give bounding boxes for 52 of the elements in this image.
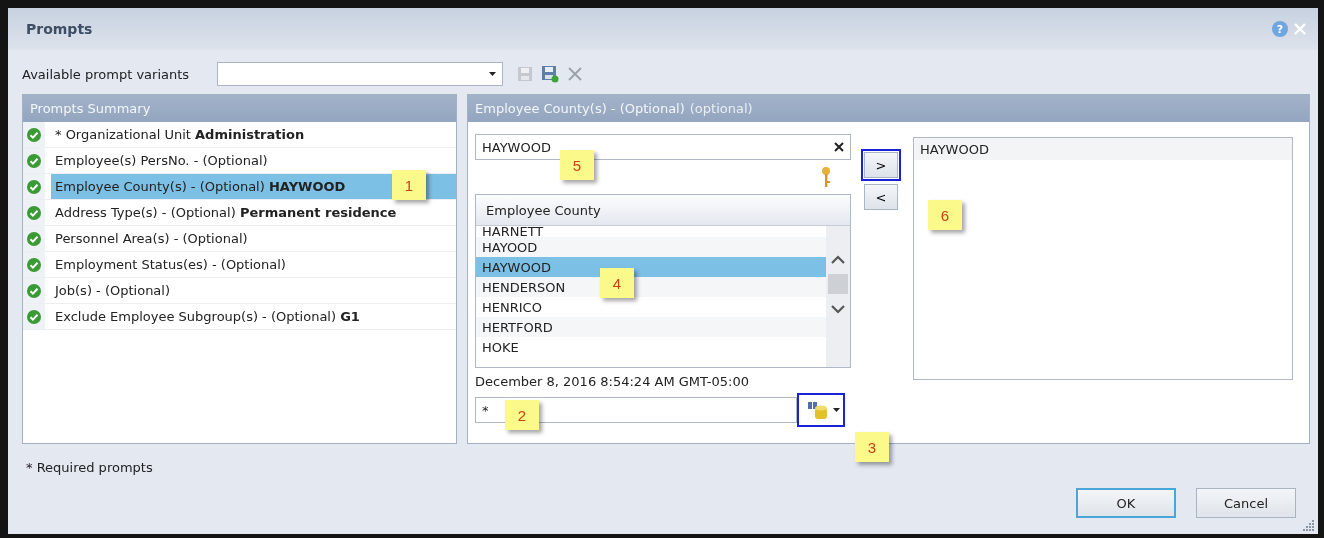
panel-title: Prompts Summary: [30, 101, 151, 116]
footnote: * Required prompts: [26, 460, 153, 475]
refresh-date: December 8, 2016 8:54:24 AM GMT-05:00: [475, 374, 750, 389]
scroll-up-icon[interactable]: [830, 254, 846, 264]
field-label: Available prompt variants: [22, 66, 190, 82]
check-icon: [27, 153, 41, 168]
save-icon[interactable]: [517, 66, 534, 82]
summary-item[interactable]: Job(s) - (Optional): [23, 278, 456, 304]
summary-item[interactable]: Address Type(s) - (Optional) Permanent residence: [23, 200, 456, 226]
ok-button[interactable]: OK: [1076, 488, 1176, 518]
remove-button[interactable]: <: [864, 184, 898, 210]
summary-item[interactable]: Personnel Area(s) - (Optional): [23, 226, 456, 252]
caret-icon: [489, 72, 497, 76]
callout-note: 1: [392, 170, 426, 200]
check-icon: [27, 309, 41, 324]
save-as-icon[interactable]: [541, 65, 560, 83]
key-icon[interactable]: [821, 166, 831, 188]
check-icon: [27, 127, 41, 142]
check-icon: [27, 231, 41, 246]
close-icon[interactable]: [1294, 23, 1306, 35]
callout-note: 5: [560, 150, 594, 180]
resize-grip-icon[interactable]: [1303, 519, 1315, 531]
callout-note: 2: [505, 400, 539, 430]
binoculars-database-icon: [806, 400, 829, 420]
summary-item[interactable]: * Organizational Unit Administration: [23, 122, 456, 148]
callout-note: 4: [600, 268, 634, 298]
scrollbar[interactable]: [826, 226, 850, 367]
column-header: Employee County: [476, 195, 850, 226]
callout-note: 6: [928, 200, 962, 230]
variant-dropdown[interactable]: [217, 62, 504, 86]
list-item[interactable]: HERTFORD: [476, 317, 826, 337]
list-item[interactable]: HAYWOOD: [476, 257, 826, 277]
scroll-thumb[interactable]: [828, 274, 848, 294]
caret-icon: [832, 408, 840, 412]
check-icon: [27, 205, 41, 220]
add-button[interactable]: >: [864, 152, 898, 178]
search-field[interactable]: HAYWOOD: [475, 134, 851, 160]
check-icon: [27, 179, 41, 194]
callout-note: 3: [855, 432, 889, 462]
check-icon: [27, 257, 41, 272]
clear-icon[interactable]: [834, 142, 844, 152]
delete-icon[interactable]: [567, 66, 584, 82]
list-item[interactable]: HAYOOD: [476, 237, 826, 257]
cancel-button[interactable]: Cancel: [1196, 488, 1296, 518]
summary-item[interactable]: Employment Status(es) - (Optional): [23, 252, 456, 278]
summary-item[interactable]: Exclude Employee Subgroup(s) - (Optional) G1: [23, 304, 456, 330]
check-icon: [27, 283, 41, 298]
scroll-down-icon[interactable]: [830, 304, 846, 314]
panel-title: Employee County(s) - (Optional): [475, 101, 685, 116]
selected-value[interactable]: HAYWOOD: [914, 138, 1292, 160]
panel-subtitle: (optional): [689, 101, 753, 116]
window-title: Prompts: [26, 21, 94, 37]
